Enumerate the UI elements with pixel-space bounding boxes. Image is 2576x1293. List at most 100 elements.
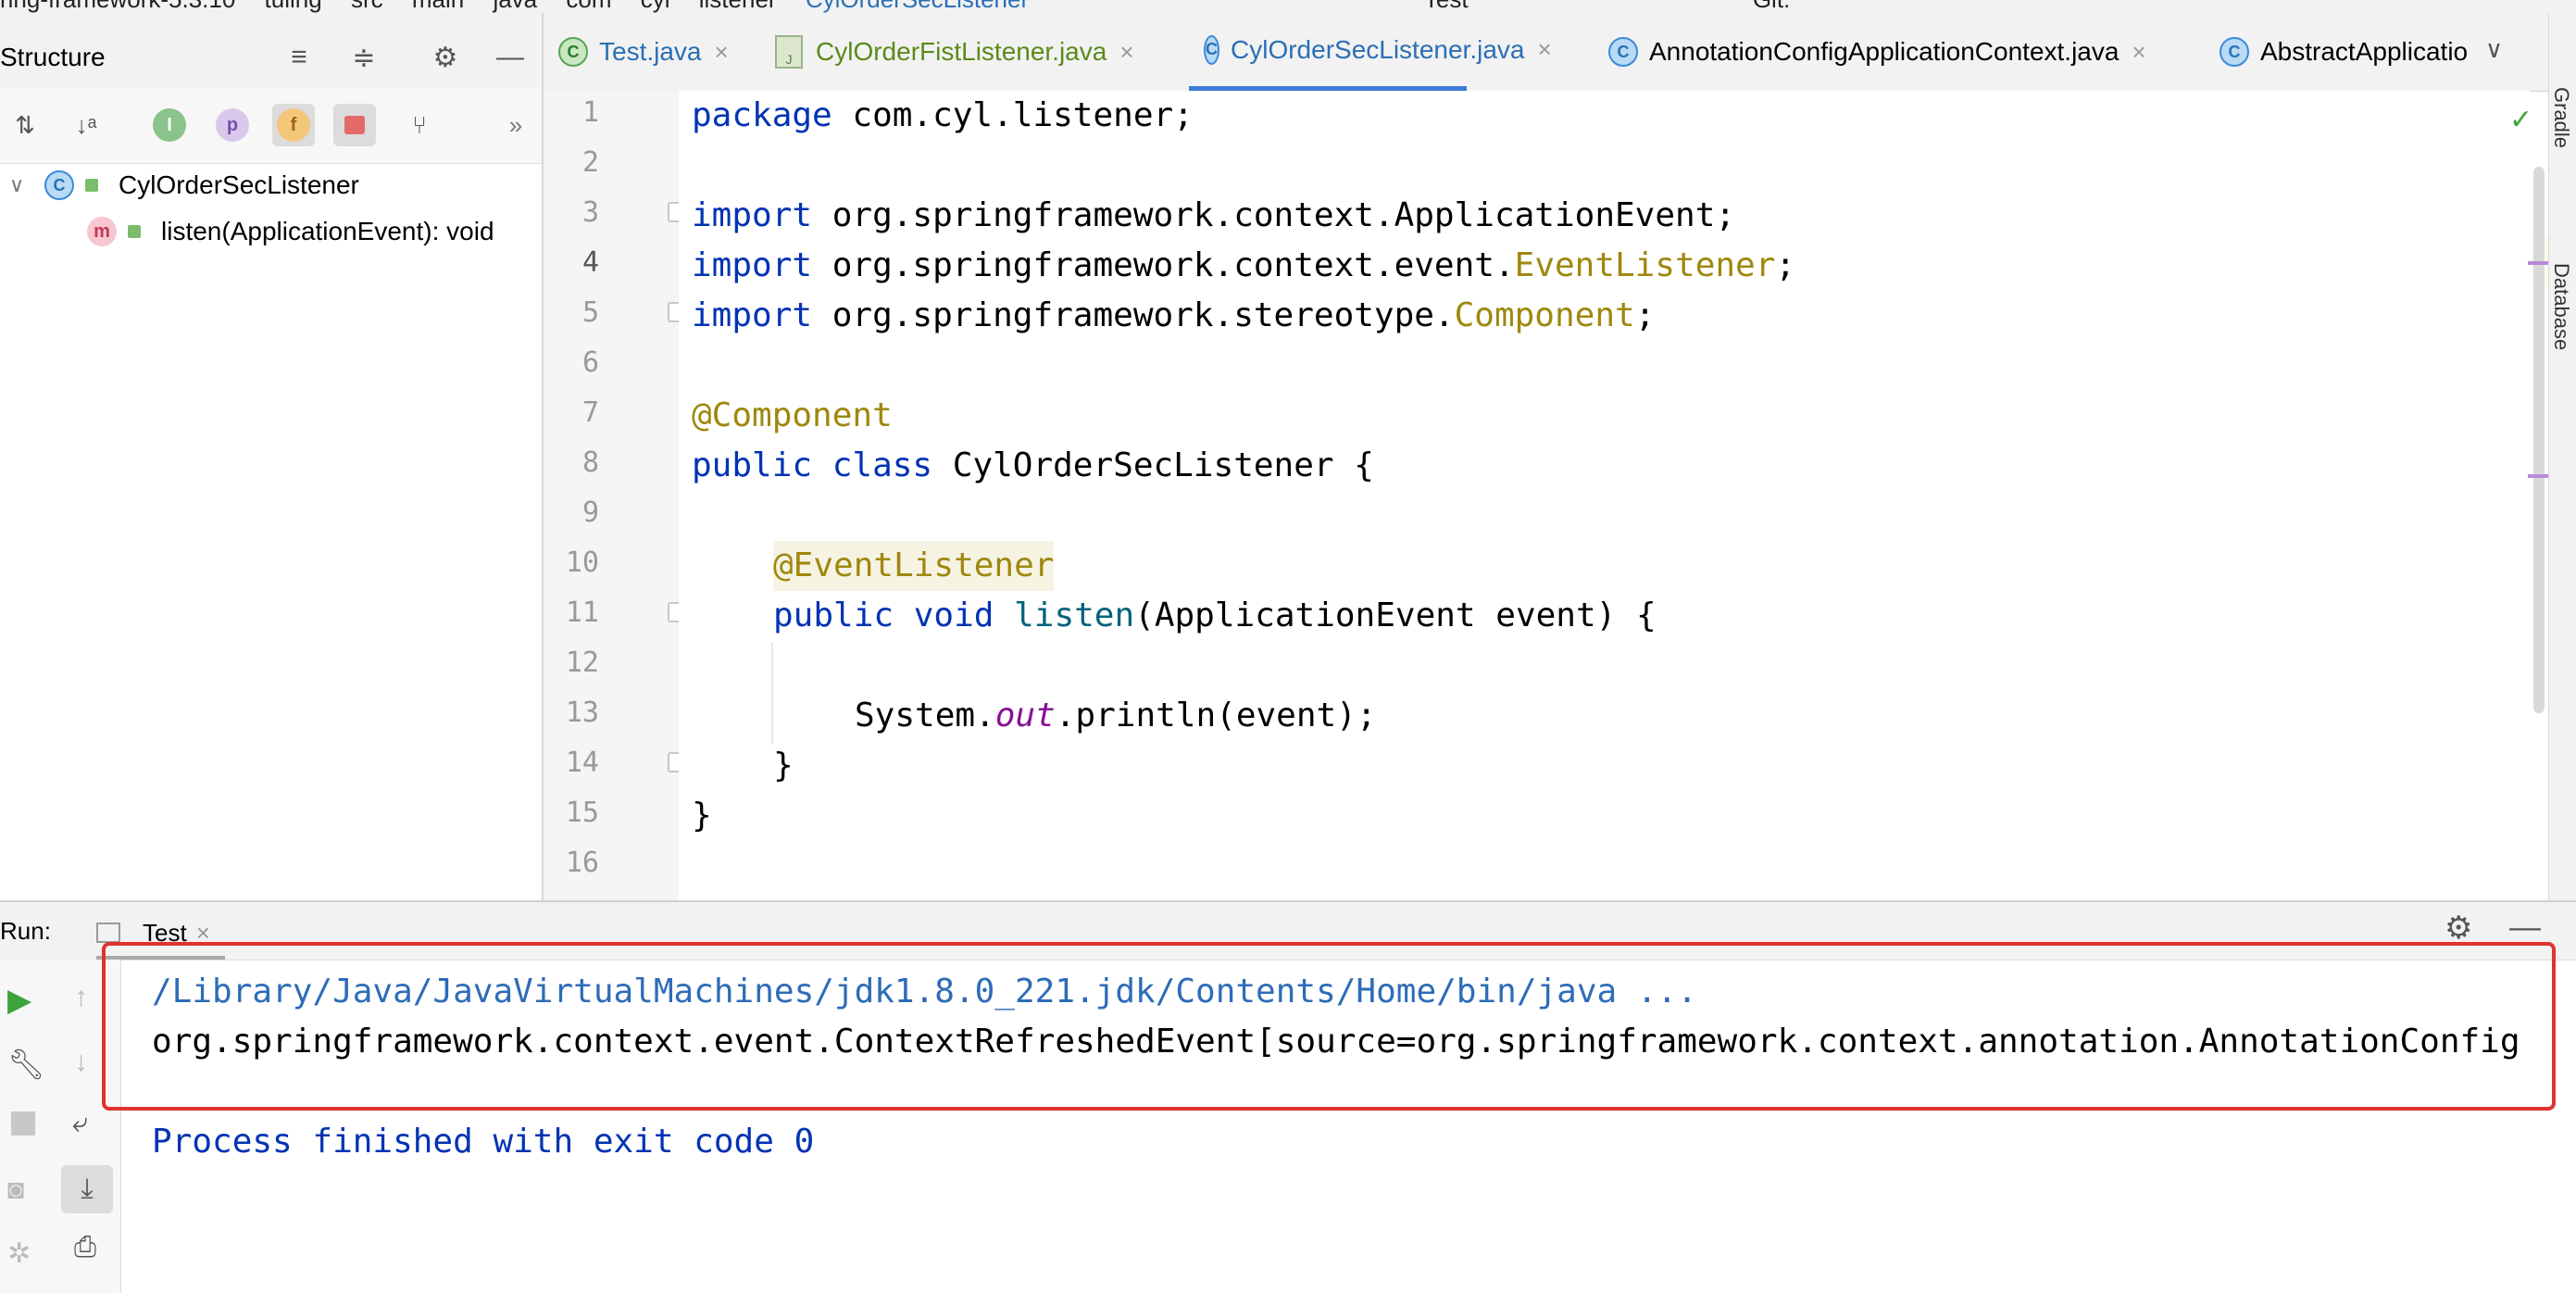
code-editor[interactable]: package com.cyl.listener; import org.spr… [679,91,2531,900]
sort-by-visibility-icon[interactable]: ⇅ [4,104,46,146]
property-badge-icon: p [216,108,249,142]
more-toolbar-icon[interactable]: » [494,104,537,146]
collapse-all-icon[interactable]: ≑ [345,39,382,76]
code-text: org.springframework.context.ApplicationE… [812,196,1736,234]
breadcrumb-item[interactable]: tuling [265,0,322,13]
line-number: 4 [581,246,599,279]
class-icon: C [44,170,74,200]
method-icon: m [87,217,117,246]
keyword: package [692,96,832,134]
show-lambdas-icon[interactable]: ⑂ [398,104,441,146]
editor-tab-bar: C Test.java × J CylOrderFistListener.jav… [544,13,2576,92]
close-icon[interactable]: × [1119,38,1133,67]
console-line-exit: Process finished with exit code 0 [152,1123,815,1161]
arrow-up-icon[interactable]: ↑ [74,982,88,1013]
line-number-gutter: 1 2 3 4 5 6 7 8 9 10 11 12 13 14 15 16 [544,91,688,900]
structure-title: Structure [0,43,106,71]
close-icon[interactable]: × [715,38,729,67]
close-icon[interactable]: × [2132,38,2145,67]
hide-panel-icon[interactable]: — [492,39,529,76]
breadcrumb-item[interactable]: cyl [641,0,670,13]
settings-pin-icon[interactable]: ✲ [7,1237,31,1270]
breadcrumb-item[interactable]: ring-framework-5.3.10 [0,0,235,13]
rerun-icon[interactable]: ▶ [7,982,31,1019]
line-number: 3 [581,196,599,229]
code-text: com.cyl.listener; [832,96,1194,134]
code-line-14: } [773,747,794,785]
keyword: import [692,196,813,234]
run-config-selector[interactable]: Test [1424,0,1469,13]
code-line-7: @Component [692,396,893,434]
show-inherited-icon[interactable]: I [148,104,191,146]
breadcrumb-item[interactable]: CylOrderSecListener [806,0,1029,13]
hide-panel-icon[interactable]: — [2509,910,2541,946]
tab-abstractapplication[interactable]: C AbstractApplicatio [2220,13,2468,91]
code-text: org.springframework.stereotype. [812,296,1455,334]
code-line-10: @EventListener [773,541,1055,591]
code-text: .println(event); [1055,697,1377,734]
static-field: out [994,697,1056,734]
sort-alphabetically-icon[interactable]: ↓ᵃ [65,104,107,146]
chevron-down-icon[interactable]: ∨ [2485,35,2503,64]
expand-all-icon[interactable]: ≡ [281,39,318,76]
tree-item-label: CylOrderSecListener [119,170,359,199]
stop-icon[interactable] [11,1111,35,1136]
structure-header: Structure ≡ ≑ ⚙ — [0,13,542,90]
scroll-to-end-icon[interactable]: ⤓ [61,1165,113,1213]
print-icon[interactable]: ⎙ [74,1232,96,1263]
code-text: System. [855,697,995,734]
line-number: 12 [565,646,599,679]
gear-icon[interactable]: ⚙ [427,39,464,76]
line-number: 16 [565,847,599,879]
line-number: 11 [565,596,599,629]
keyword: public void [773,596,994,634]
highlight-annotation-box [102,942,2556,1111]
lock-icon [344,116,365,134]
show-non-public-icon[interactable] [333,104,376,146]
keyword: import [692,246,813,284]
tab-cylordersecslistener[interactable]: C CylOrderSecListener.java × [1189,13,1552,91]
gear-icon[interactable]: ⚙ [2445,910,2472,947]
breadcrumb-item[interactable]: src [351,0,383,13]
keyword: import [692,296,813,334]
code-text: ; [1634,296,1656,334]
tree-item-method[interactable]: m listen(ApplicationEvent): void [87,209,494,254]
annotation-text: Component [1454,296,1635,334]
show-properties-icon[interactable]: p [211,104,254,146]
close-icon[interactable]: × [1537,35,1551,64]
breadcrumb-item[interactable]: listener [699,0,777,13]
breadcrumb: ring-framework-5.3.10 tuling src main ja… [0,0,2576,14]
database-tool-button[interactable]: Database [2549,263,2573,350]
tab-test-java[interactable]: C Test.java × [558,13,729,91]
tab-label: Test.java [599,37,702,66]
class-icon: C [2220,37,2249,67]
breadcrumb-item[interactable]: com [566,0,611,13]
breadcrumb-item[interactable]: main [412,0,464,13]
editor-scrollbar[interactable] [2533,167,2545,713]
show-fields-icon[interactable]: f [272,104,315,146]
wrench-icon[interactable]: 🔧︎ [7,1047,45,1082]
soft-wrap-icon[interactable]: ⤶ [72,1108,88,1139]
code-text: org.springframework.context.event. [812,246,1515,284]
right-tool-strip: Gradle Database [2548,13,2576,900]
tab-cylorderfistlistener[interactable]: J CylOrderFistListener.java × [775,13,1134,91]
tab-label: AnnotationConfigApplicationContext.java [1649,37,2120,66]
indent-guide [771,643,773,745]
runnable-class-icon: C [558,37,588,67]
tab-annotationconfigapplicationcontext[interactable]: C AnnotationConfigApplicationContext.jav… [1608,13,2146,91]
arrow-down-icon[interactable]: ↓ [74,1047,88,1078]
code-line-1: package com.cyl.listener; [692,91,1194,141]
gradle-tool-button[interactable]: Gradle [2549,87,2573,148]
tab-label: CylOrderSecListener.java [1231,34,1525,64]
scroll-marker [2528,474,2548,478]
line-number: 13 [565,697,599,729]
camera-icon[interactable]: ◙ [7,1174,24,1206]
line-number: 7 [581,396,599,429]
tree-item-class[interactable]: ∨ C CylOrderSecListener [0,163,359,207]
breadcrumb-item[interactable]: java [493,0,537,13]
no-problems-check-icon[interactable]: ✓ [2509,104,2532,136]
run-label: Run: [0,917,51,945]
chevron-down-icon[interactable]: ∨ [0,173,33,197]
line-number: 6 [581,346,599,379]
structure-panel: Structure ≡ ≑ ⚙ — ⇅ ↓ᵃ I p f ⑂ » ∨ C Cyl… [0,13,544,900]
